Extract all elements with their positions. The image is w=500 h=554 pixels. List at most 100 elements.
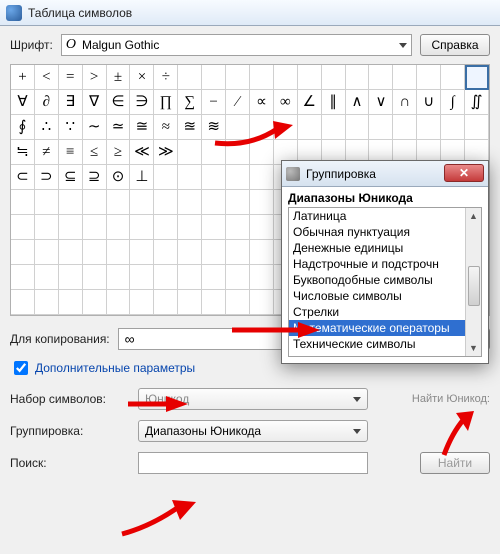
grid-cell[interactable] <box>11 290 35 315</box>
grid-cell[interactable] <box>59 190 83 215</box>
grid-cell[interactable] <box>250 165 274 190</box>
popup-titlebar[interactable]: Группировка ✕ <box>282 161 488 187</box>
grid-cell[interactable]: ∵ <box>59 115 83 140</box>
grid-cell[interactable] <box>11 240 35 265</box>
grid-cell[interactable] <box>35 190 59 215</box>
grid-cell[interactable] <box>465 115 489 140</box>
grid-cell[interactable]: ∩ <box>393 90 417 115</box>
grid-cell[interactable] <box>226 215 250 240</box>
grid-cell[interactable] <box>130 290 154 315</box>
popup-list[interactable]: ЛатиницаОбычная пунктуацияДенежные едини… <box>288 207 482 357</box>
popup-list-item[interactable]: Денежные единицы <box>289 240 481 256</box>
grid-cell[interactable] <box>178 240 202 265</box>
grid-cell[interactable] <box>107 265 131 290</box>
grid-cell[interactable]: ⊆ <box>59 165 83 190</box>
grid-cell[interactable] <box>202 265 226 290</box>
help-button[interactable]: Справка <box>420 34 490 56</box>
grid-cell[interactable] <box>393 115 417 140</box>
grid-cell[interactable] <box>298 115 322 140</box>
grid-cell[interactable]: ∈ <box>107 90 131 115</box>
grid-cell[interactable]: ≊ <box>178 115 202 140</box>
grid-cell[interactable] <box>130 265 154 290</box>
grid-cell[interactable] <box>202 65 226 90</box>
find-button[interactable]: Найти <box>420 452 490 474</box>
grid-cell[interactable]: ⊃ <box>35 165 59 190</box>
grid-cell[interactable]: ∇ <box>83 90 107 115</box>
grid-cell[interactable] <box>226 115 250 140</box>
grid-cell[interactable] <box>83 290 107 315</box>
grid-cell[interactable]: ∬ <box>465 90 489 115</box>
scroll-up-icon[interactable]: ▲ <box>466 208 481 224</box>
grid-cell[interactable] <box>107 290 131 315</box>
grid-cell[interactable]: − <box>202 90 226 115</box>
charset-select[interactable]: Юникод <box>138 388 368 410</box>
grid-cell[interactable] <box>59 215 83 240</box>
popup-list-item[interactable]: Буквоподобные символы <box>289 272 481 288</box>
grid-cell[interactable] <box>250 65 274 90</box>
grid-cell[interactable]: ∏ <box>154 90 178 115</box>
grid-cell[interactable]: ∨ <box>369 90 393 115</box>
grid-cell[interactable]: > <box>83 65 107 90</box>
grid-cell[interactable] <box>178 165 202 190</box>
grid-cell[interactable] <box>154 215 178 240</box>
grid-cell[interactable] <box>226 240 250 265</box>
grid-cell[interactable] <box>130 190 154 215</box>
grid-cell[interactable] <box>107 240 131 265</box>
grid-cell[interactable] <box>202 140 226 165</box>
grid-cell[interactable] <box>250 215 274 240</box>
grid-cell[interactable] <box>250 115 274 140</box>
grid-cell[interactable] <box>250 140 274 165</box>
grid-cell[interactable] <box>417 115 441 140</box>
grid-cell[interactable] <box>465 65 489 90</box>
scroll-thumb[interactable] <box>468 266 480 306</box>
grid-cell[interactable]: × <box>130 65 154 90</box>
popup-list-item[interactable]: Стрелки <box>289 304 481 320</box>
grid-cell[interactable]: ⊇ <box>83 165 107 190</box>
grid-cell[interactable]: ± <box>107 65 131 90</box>
grid-cell[interactable] <box>250 240 274 265</box>
grid-cell[interactable]: ∮ <box>11 115 35 140</box>
grid-cell[interactable] <box>250 290 274 315</box>
grid-cell[interactable] <box>417 65 441 90</box>
grid-cell[interactable] <box>250 190 274 215</box>
grid-cell[interactable] <box>226 265 250 290</box>
grid-cell[interactable]: ∝ <box>250 90 274 115</box>
grid-cell[interactable]: ≤ <box>83 140 107 165</box>
grid-cell[interactable] <box>154 265 178 290</box>
grid-cell[interactable]: ∧ <box>346 90 370 115</box>
grid-cell[interactable]: ≃ <box>107 115 131 140</box>
grid-cell[interactable] <box>59 240 83 265</box>
grid-cell[interactable] <box>59 290 83 315</box>
grid-cell[interactable]: ≅ <box>130 115 154 140</box>
grid-cell[interactable] <box>393 65 417 90</box>
grid-cell[interactable]: ∋ <box>130 90 154 115</box>
grid-cell[interactable] <box>202 290 226 315</box>
extra-params-link[interactable]: Дополнительные параметры <box>35 361 195 375</box>
popup-list-item[interactable]: Числовые символы <box>289 288 481 304</box>
grid-cell[interactable] <box>11 215 35 240</box>
grid-cell[interactable]: ÷ <box>154 65 178 90</box>
grid-cell[interactable]: ∑ <box>178 90 202 115</box>
grid-cell[interactable] <box>83 215 107 240</box>
grid-cell[interactable]: ⊙ <box>107 165 131 190</box>
grid-cell[interactable] <box>130 215 154 240</box>
grid-cell[interactable] <box>202 215 226 240</box>
grid-cell[interactable] <box>35 215 59 240</box>
grid-cell[interactable]: ∼ <box>83 115 107 140</box>
grid-cell[interactable] <box>35 240 59 265</box>
grid-cell[interactable] <box>369 65 393 90</box>
grouping-select[interactable]: Диапазоны Юникода <box>138 420 368 442</box>
grid-cell[interactable] <box>202 190 226 215</box>
scroll-down-icon[interactable]: ▼ <box>466 340 481 356</box>
popup-scrollbar[interactable]: ▲ ▼ <box>465 208 481 356</box>
grid-cell[interactable] <box>226 140 250 165</box>
extra-params-checkbox[interactable] <box>14 361 28 375</box>
grid-cell[interactable]: ≪ <box>130 140 154 165</box>
search-input[interactable] <box>138 452 368 474</box>
grid-cell[interactable] <box>226 290 250 315</box>
grid-cell[interactable] <box>178 265 202 290</box>
grid-cell[interactable]: ⊂ <box>11 165 35 190</box>
grid-cell[interactable]: ∥ <box>322 90 346 115</box>
grid-cell[interactable] <box>35 290 59 315</box>
grid-cell[interactable] <box>346 115 370 140</box>
